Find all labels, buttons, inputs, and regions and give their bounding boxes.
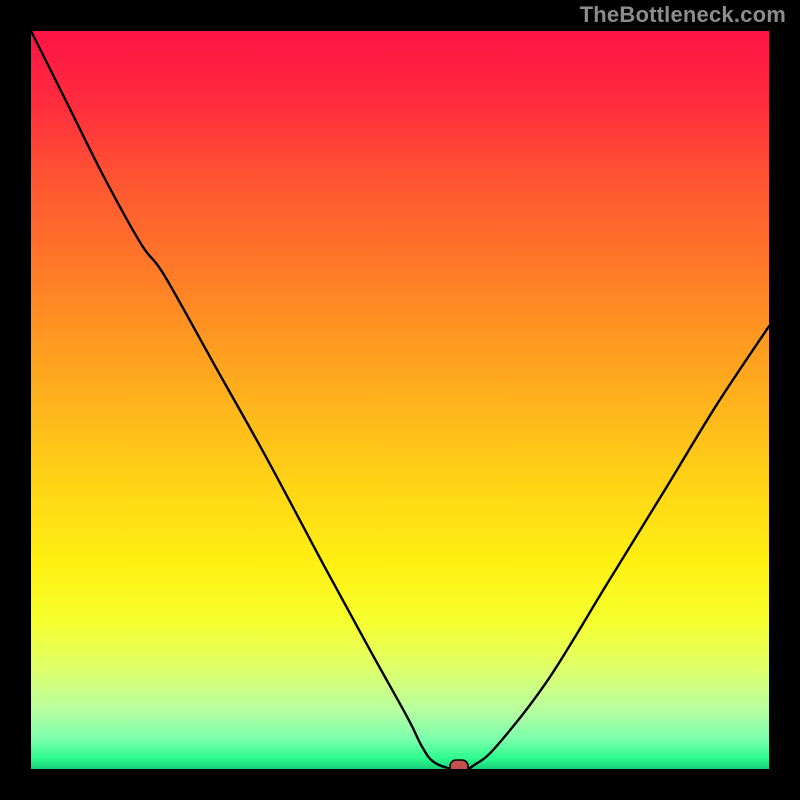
plot-area <box>31 31 769 769</box>
optimal-point-marker <box>450 760 468 769</box>
watermark-label: TheBottleneck.com <box>580 2 786 28</box>
bottleneck-curve <box>31 31 769 769</box>
chart-container: TheBottleneck.com <box>0 0 800 800</box>
chart-svg <box>31 31 769 769</box>
